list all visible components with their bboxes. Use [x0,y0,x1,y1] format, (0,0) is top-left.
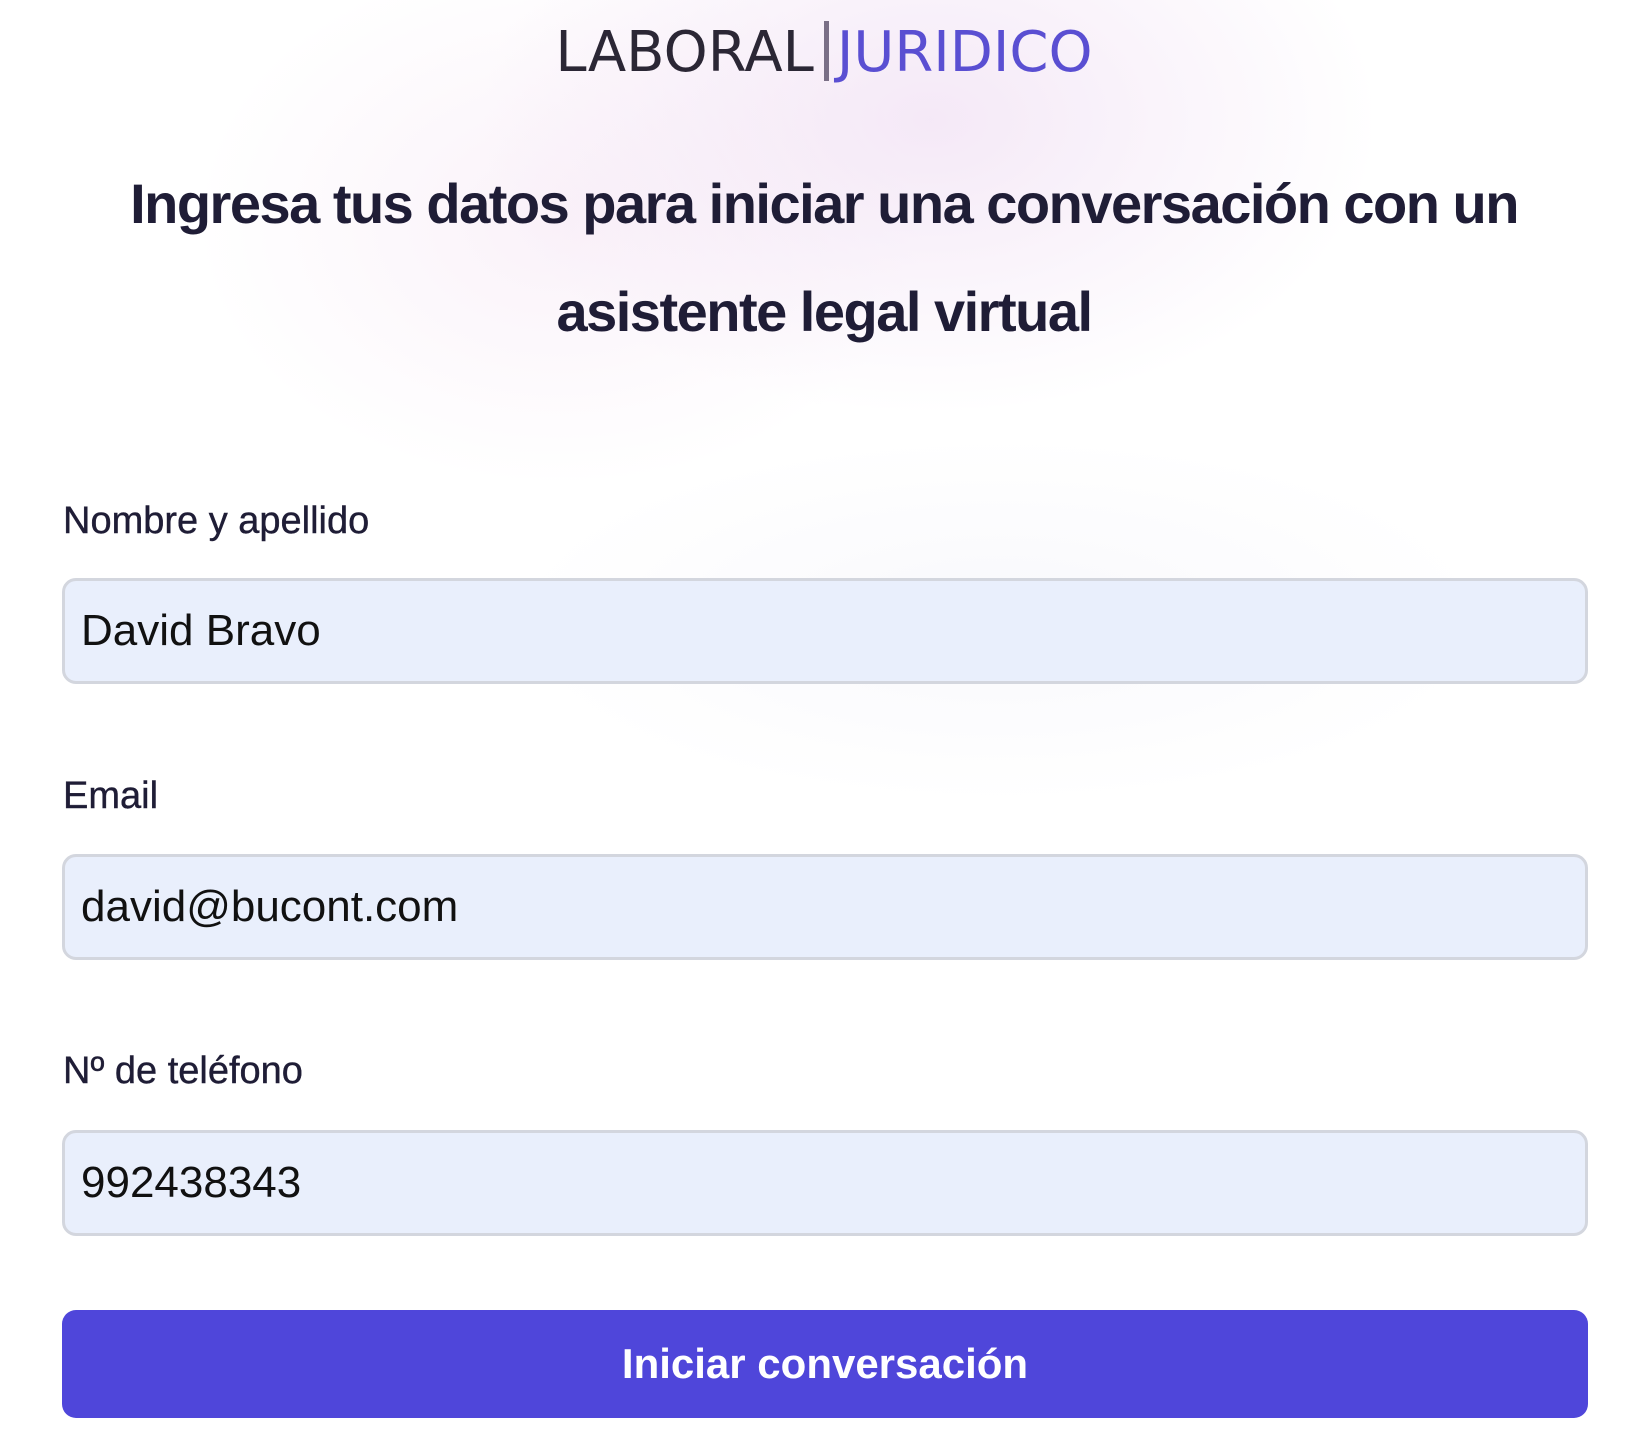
brand-logo: LABORAL JURIDICO [0,18,1648,88]
brand-logo-separator [823,21,829,81]
name-input[interactable] [62,578,1588,684]
email-input[interactable] [62,854,1588,960]
brand-logo-laboral: LABORAL [555,20,814,85]
brand-logo-juridico: JURIDICO [836,20,1093,85]
phone-input[interactable] [62,1130,1588,1236]
phone-label: Nº de teléfono [63,1050,303,1092]
name-label: Nombre y apellido [63,500,370,542]
page-headline: Ingresa tus datos para iniciar una conve… [130,172,1519,343]
email-label: Email [63,775,159,817]
start-conversation-button[interactable]: Iniciar conversación [62,1310,1588,1418]
